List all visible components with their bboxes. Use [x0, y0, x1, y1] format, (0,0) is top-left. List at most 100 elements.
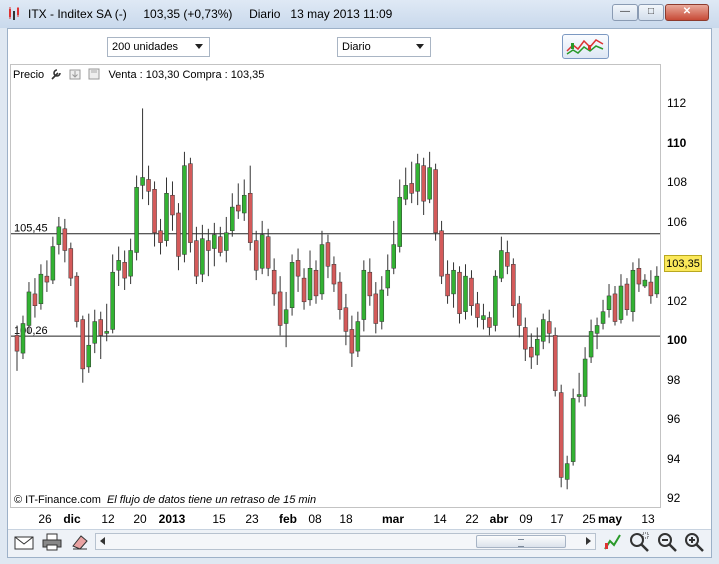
zoom-in-icon[interactable]	[683, 531, 705, 553]
mail-icon[interactable]	[14, 534, 34, 552]
candle	[277, 276, 283, 336]
export-icon[interactable]	[68, 67, 82, 81]
candle-body	[433, 169, 438, 233]
candle	[20, 315, 26, 360]
candle-body	[224, 232, 229, 251]
candle-body	[104, 331, 109, 334]
scrollbar-thumb[interactable]	[476, 535, 566, 548]
period-value: Diario	[342, 41, 371, 53]
chart-plot-area[interactable]: 105,45 100,26	[10, 64, 661, 508]
candle	[301, 268, 307, 310]
price-axis[interactable]: 92949698100102104106108110112	[662, 64, 712, 508]
title-bar[interactable]: ITX - Inditex SA (-) 103,35 (+0,73%) Dia…	[0, 0, 719, 28]
eraser-icon[interactable]	[70, 533, 90, 551]
candle	[331, 256, 337, 292]
candle	[517, 295, 522, 338]
print-icon[interactable]	[42, 533, 62, 551]
candle-body	[385, 269, 391, 289]
candle-body	[343, 307, 349, 332]
candle-body	[505, 252, 510, 267]
quantity-select[interactable]: 200 unidades	[107, 37, 210, 57]
candle-body	[337, 281, 343, 310]
x-tick-label: 08	[308, 512, 322, 526]
minimize-icon[interactable]: —	[612, 4, 638, 21]
candle-body	[230, 206, 235, 232]
candle-body	[164, 193, 169, 241]
candle	[654, 266, 660, 298]
candle	[397, 179, 402, 253]
y-tick-label: 110	[667, 135, 687, 150]
y-tick-label: 108	[667, 175, 688, 190]
candle	[612, 286, 618, 326]
candle-body	[618, 285, 624, 320]
horizontal-scrollbar[interactable]	[95, 533, 596, 550]
candle-body	[475, 303, 480, 318]
candle-body	[32, 293, 38, 306]
candle	[493, 270, 498, 332]
candle	[349, 315, 355, 367]
x-tick-label: feb	[279, 512, 297, 526]
candle	[265, 228, 271, 277]
date-axis[interactable]: 26 dic 12 20 2013 15 23 feb 08 18 mar 14 22 abr 09 17 25…	[10, 508, 661, 528]
candle	[170, 181, 175, 231]
zoom-out-icon[interactable]	[656, 531, 678, 553]
maximize-icon[interactable]: □	[638, 4, 664, 21]
candle	[475, 291, 480, 328]
candle-body	[259, 234, 265, 269]
x-tick-label: 15	[212, 512, 226, 526]
candle	[373, 282, 379, 334]
candle	[570, 388, 576, 466]
wrench-icon[interactable]	[49, 67, 63, 81]
candle	[224, 216, 229, 263]
close-icon[interactable]: ✕	[665, 4, 709, 21]
candle	[600, 299, 606, 330]
candle-body	[38, 273, 44, 305]
candle	[636, 258, 642, 292]
x-tick-label: 13	[641, 512, 655, 526]
candle-body	[624, 283, 630, 310]
period-select[interactable]: Diario	[337, 37, 431, 57]
x-tick-label: 22	[465, 512, 479, 526]
candle-body	[283, 309, 289, 324]
chart-type-button[interactable]	[562, 34, 609, 59]
candle-body	[92, 321, 97, 344]
candle-body	[277, 291, 283, 326]
candle	[630, 262, 636, 322]
candle	[367, 258, 373, 306]
scroll-left-arrow[interactable]	[100, 537, 105, 545]
candle-body	[576, 394, 582, 397]
candle-body	[403, 185, 408, 200]
chart-type-icon	[566, 39, 604, 55]
candle	[128, 238, 133, 285]
last-price-tag: 103,35	[664, 255, 702, 272]
candle-body	[44, 275, 50, 283]
zoom-tool-icon[interactable]	[628, 531, 650, 553]
candle-body	[439, 230, 444, 277]
scroll-right-arrow[interactable]	[586, 537, 591, 545]
x-tick-label: 2013	[158, 512, 186, 526]
save-icon[interactable]	[87, 67, 101, 81]
candle-body	[606, 295, 612, 310]
candle-body	[600, 311, 606, 324]
candle-body	[80, 319, 86, 370]
candle-body	[564, 463, 570, 480]
candle-body	[523, 327, 528, 350]
candle	[283, 291, 289, 348]
y-tick-label: 100	[667, 333, 688, 348]
y-tick-label: 98	[667, 372, 681, 387]
candle	[535, 327, 540, 365]
candle	[445, 260, 450, 304]
drawing-tools-icon[interactable]	[602, 531, 624, 553]
candlestick-chart: 105,45100,26	[11, 108, 660, 490]
candle-body	[427, 167, 432, 200]
chevron-down-icon	[195, 44, 203, 49]
x-tick-label: 20	[133, 512, 147, 526]
candle-body	[122, 262, 127, 279]
candle	[164, 177, 169, 247]
candle	[433, 163, 438, 241]
candle-body	[582, 358, 588, 397]
x-tick-label: abr	[489, 512, 509, 526]
candle	[319, 230, 325, 300]
candle	[122, 250, 127, 290]
grip-icon	[518, 539, 524, 547]
